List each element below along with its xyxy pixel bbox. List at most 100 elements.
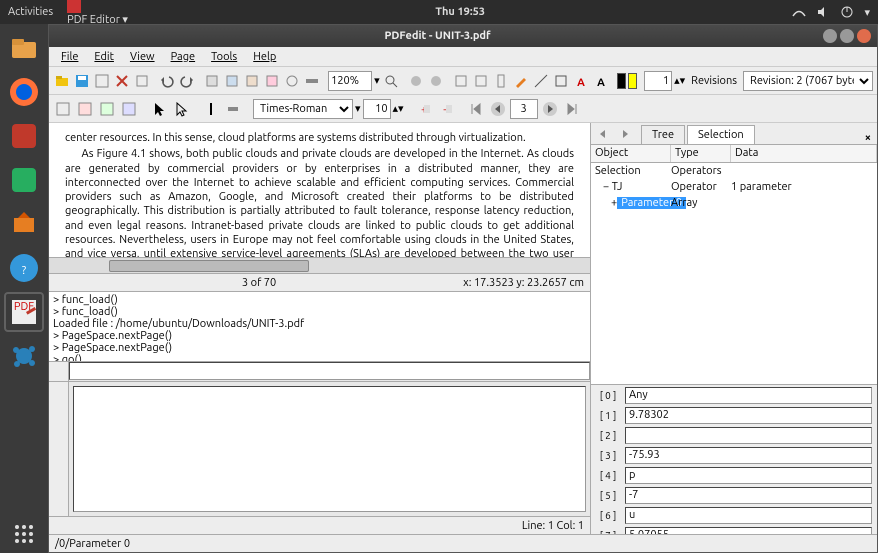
zoom-input[interactable] (328, 71, 372, 91)
activities-button[interactable]: Activities (8, 6, 53, 18)
zoom-chevron-icon[interactable]: ▾ (374, 74, 380, 87)
last-page-icon[interactable] (562, 99, 582, 119)
cursor-icon[interactable] (149, 99, 169, 119)
icon-2[interactable] (93, 71, 111, 91)
cursor-area-icon[interactable] (171, 99, 191, 119)
param-input[interactable] (625, 487, 872, 504)
menu-help[interactable]: Help (245, 49, 284, 65)
run-icon[interactable] (49, 362, 69, 381)
icon-7b[interactable] (263, 71, 281, 91)
param-input[interactable] (625, 507, 872, 524)
icon-9[interactable] (303, 71, 321, 91)
tree-row[interactable]: SelectionOperators (591, 163, 877, 179)
launcher-app-splat[interactable] (4, 336, 44, 376)
maximize-button[interactable] (840, 29, 854, 43)
launcher-app-green[interactable] (4, 160, 44, 200)
icon-4[interactable] (133, 71, 151, 91)
console-input[interactable] (69, 362, 590, 380)
icon-r2[interactable] (75, 99, 95, 119)
icon-5[interactable] (203, 71, 221, 91)
pen-icon[interactable] (512, 71, 530, 91)
show-applications[interactable] (13, 523, 35, 545)
menu-tools[interactable]: Tools (203, 49, 245, 65)
menu-file[interactable]: File (53, 49, 86, 65)
revision-select[interactable]: Revision: 2 (7067 bytes) (743, 71, 873, 91)
menu-edit[interactable]: Edit (86, 49, 122, 65)
font-chevron-icon[interactable]: ▾ (355, 102, 361, 115)
menu-view[interactable]: View (122, 49, 163, 65)
next-page-icon[interactable] (540, 99, 560, 119)
text-cursor-icon[interactable] (201, 99, 221, 119)
icon-7[interactable] (243, 71, 261, 91)
tree-row-selected[interactable]: +Parameter 0Array (591, 195, 877, 211)
col-type[interactable]: Type (671, 145, 731, 162)
script-editor[interactable] (73, 386, 586, 512)
undo-icon[interactable] (158, 71, 176, 91)
save-icon[interactable] (73, 71, 91, 91)
color-swatch-yellow[interactable] (628, 73, 637, 89)
launcher-pdfedit[interactable]: PDF (4, 292, 44, 332)
size-spin-icon[interactable]: ▴▾ (393, 102, 404, 115)
icon-r4[interactable] (119, 99, 139, 119)
icon-6[interactable] (223, 71, 241, 91)
launcher-app-red[interactable] (4, 116, 44, 156)
col-data[interactable]: Data (731, 145, 877, 162)
open-icon[interactable] (53, 71, 71, 91)
redo-icon[interactable] (178, 71, 196, 91)
icon-a[interactable] (407, 71, 425, 91)
icon-r3[interactable] (97, 99, 117, 119)
close-file-icon[interactable] (113, 71, 131, 91)
icon-e[interactable] (532, 71, 550, 91)
param-input[interactable] (625, 527, 872, 535)
tree-fwd-icon[interactable] (615, 124, 635, 144)
minimize-button[interactable] (823, 29, 837, 43)
param-input[interactable] (625, 467, 872, 484)
del-text-icon[interactable]: − (436, 99, 456, 119)
tree-close-icon[interactable]: × (859, 132, 877, 144)
icon-r1[interactable] (53, 99, 73, 119)
icon-8[interactable] (283, 71, 301, 91)
scrollbar-thumb[interactable] (109, 260, 309, 272)
launcher-files[interactable] (4, 28, 44, 68)
color-swatch-black[interactable] (617, 73, 626, 89)
launcher-firefox[interactable] (4, 72, 44, 112)
menu-page[interactable]: Page (163, 49, 204, 65)
spin-arrows-icon[interactable]: ▴▾ (674, 74, 685, 87)
add-text-icon[interactable]: + (414, 99, 434, 119)
icon-r5[interactable] (223, 99, 243, 119)
document-viewport[interactable]: center resources. In this sense, cloud p… (49, 123, 590, 257)
close-button[interactable] (857, 29, 871, 43)
current-page-input[interactable] (510, 99, 538, 119)
collapse-icon[interactable]: − (603, 181, 609, 193)
zoom-icon[interactable] (382, 71, 400, 91)
param-input[interactable] (625, 427, 872, 444)
app-menu[interactable]: PDF Editor ▾ (67, 0, 128, 26)
tab-tree[interactable]: Tree (641, 125, 685, 144)
icon-c[interactable] (452, 71, 470, 91)
first-page-icon[interactable] (466, 99, 486, 119)
script-console[interactable]: > func_load() > func_load() Loaded file … (49, 291, 590, 361)
tree-row[interactable]: − TJOperator1 parameter (591, 179, 877, 195)
param-input[interactable] (625, 447, 872, 464)
prev-page-icon[interactable] (488, 99, 508, 119)
param-input[interactable] (625, 407, 872, 424)
horizontal-scrollbar[interactable] (49, 257, 590, 273)
tree-body[interactable]: SelectionOperators − TJOperator1 paramet… (591, 163, 877, 384)
icon-b[interactable] (427, 71, 445, 91)
launcher-software[interactable] (4, 204, 44, 244)
font-size-input[interactable] (363, 99, 391, 119)
launcher-help[interactable]: ? (4, 248, 44, 288)
icon-d[interactable] (492, 71, 510, 91)
window-titlebar[interactable]: PDFedit - UNIT-3.pdf (49, 25, 877, 47)
font-select[interactable]: Times-Roman (253, 99, 353, 119)
system-tray[interactable]: ▾ (792, 5, 870, 19)
col-object[interactable]: Object (591, 145, 671, 162)
icon-e2[interactable] (552, 71, 570, 91)
text-a-icon[interactable]: A (572, 71, 590, 91)
icon-c2[interactable] (472, 71, 490, 91)
text-a2-icon[interactable]: A (592, 71, 610, 91)
clock[interactable]: Thu 19:53 (128, 6, 793, 18)
tab-selection[interactable]: Selection (687, 125, 755, 144)
param-input[interactable] (625, 387, 872, 404)
tree-back-icon[interactable] (593, 124, 613, 144)
